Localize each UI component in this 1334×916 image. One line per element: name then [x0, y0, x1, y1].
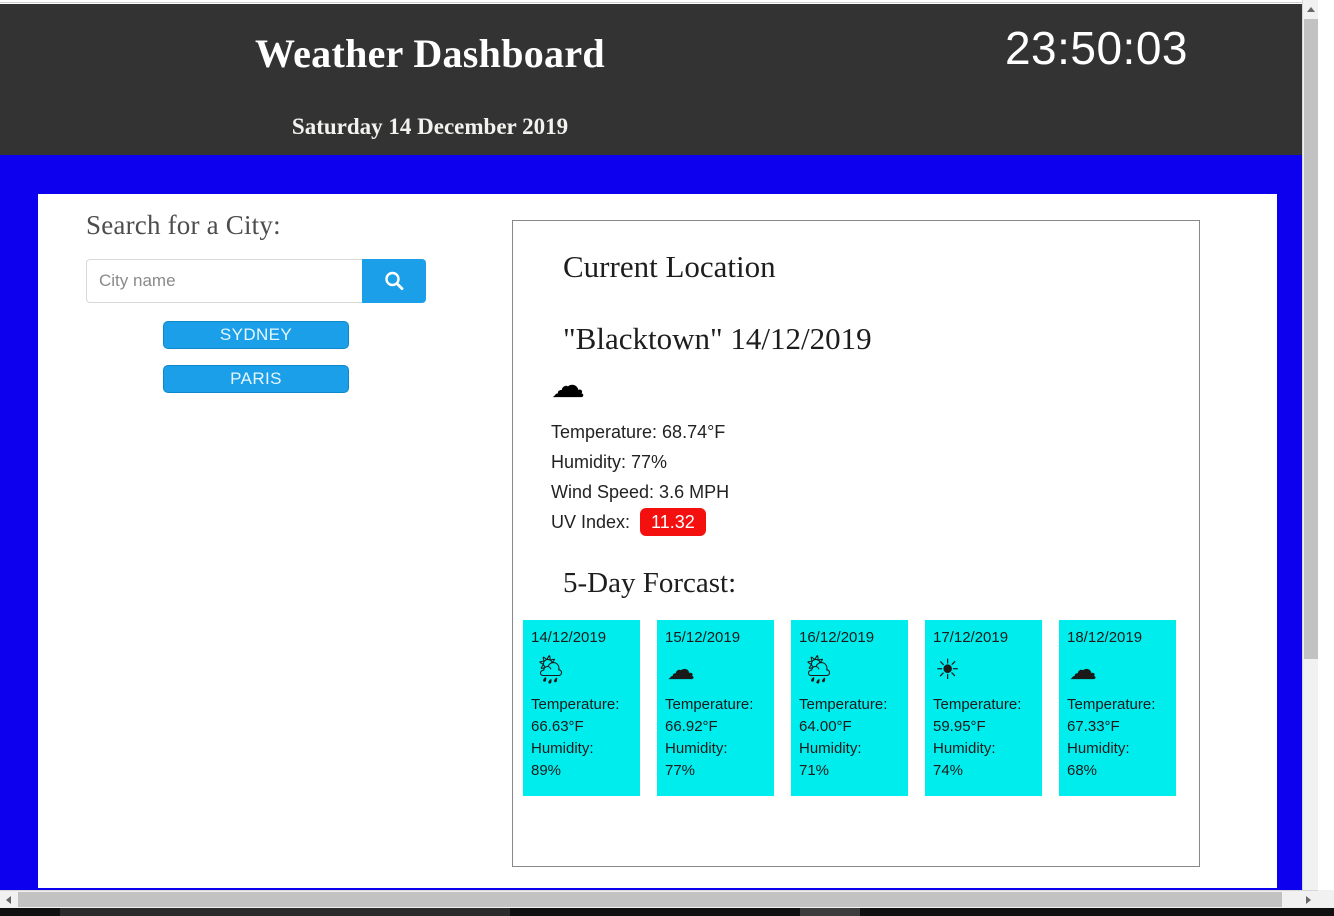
- forecast-humidity-value: 71%: [799, 762, 830, 779]
- forecast-humidity-value: 77%: [665, 762, 696, 779]
- scroll-up-button[interactable]: [1303, 0, 1318, 18]
- uv-index-badge: 11.32: [640, 508, 706, 536]
- forecast-date: 14/12/2019: [531, 629, 607, 646]
- cloud-icon: ☁: [1069, 653, 1097, 686]
- search-input[interactable]: [86, 259, 362, 303]
- search-sidebar: Search for a City: SYDNEY PA: [86, 210, 486, 393]
- scroll-right-button[interactable]: [1300, 891, 1317, 908]
- browser-chrome-edge: [0, 0, 1318, 3]
- forecast-date: 18/12/2019: [1067, 629, 1143, 646]
- os-taskbar: [0, 908, 1334, 916]
- header-date: Saturday 14 December 2019: [291, 114, 569, 139]
- cloud-icon: ☁: [667, 653, 695, 686]
- dashboard-header: Weather Dashboard Saturday 14 December 2…: [0, 4, 1318, 155]
- search-button[interactable]: [362, 259, 426, 303]
- chevron-left-icon: [6, 895, 11, 904]
- forecast-humidity-value: 68%: [1067, 762, 1098, 779]
- rain-cloud-icon: 🌦: [533, 653, 569, 686]
- chevron-up-icon: [1306, 6, 1315, 12]
- vertical-scrollbar-thumb[interactable]: [1304, 19, 1318, 659]
- forecast-date: 15/12/2019: [665, 629, 741, 646]
- current-stats: Temperature: 68.74°F Humidity: 77% Wind …: [551, 417, 1199, 537]
- search-icon: [383, 270, 405, 292]
- taskbar-segment: [60, 908, 510, 916]
- header-clock: 23:50:03: [1004, 22, 1188, 74]
- horizontal-scrollbar[interactable]: [0, 890, 1334, 908]
- cloud-icon: ☁: [551, 366, 585, 406]
- scroll-left-button[interactable]: [0, 891, 17, 908]
- uv-index-label: UV Index:: [551, 512, 631, 532]
- chevron-right-icon: [1306, 895, 1311, 904]
- forecast-card: 18/12/2019 ☁ Temperature: 67.33°F Humidi…: [1059, 620, 1176, 796]
- current-wind-speed: Wind Speed: 3.6 MPH: [551, 482, 730, 502]
- forecast-temperature-label: Temperature:: [531, 696, 620, 713]
- forecast-title: 5-Day Forcast:: [563, 567, 737, 599]
- forecast-row: 14/12/2019 🌦 Temperature: 66.63°F Humidi…: [523, 620, 1199, 796]
- scrollbar-corner: [1318, 890, 1334, 908]
- forecast-temperature-label: Temperature:: [1067, 696, 1156, 713]
- taskbar-segment: [800, 908, 860, 916]
- sun-icon: ☀: [935, 653, 961, 686]
- search-heading: Search for a City:: [86, 210, 281, 240]
- forecast-card: 15/12/2019 ☁ Temperature: 66.92°F Humidi…: [657, 620, 774, 796]
- forecast-temperature-value: 59.95°F: [933, 718, 986, 735]
- forecast-humidity-label: Humidity:: [799, 740, 862, 757]
- forecast-card: 16/12/2019 🌦 Temperature: 64.00°F Humidi…: [791, 620, 908, 796]
- page-background: Search for a City: SYDNEY PA: [0, 155, 1318, 890]
- city-button-paris[interactable]: PARIS: [163, 365, 349, 393]
- forecast-card: 17/12/2019 ☀ Temperature: 59.95°F Humidi…: [925, 620, 1042, 796]
- weather-card: Current Location "Blacktown" 14/12/2019 …: [512, 220, 1200, 867]
- forecast-humidity-label: Humidity:: [531, 740, 594, 757]
- current-uv-row: UV Index: 11.32: [551, 507, 1199, 537]
- page-title: Weather Dashboard: [255, 31, 605, 76]
- content-container: Search for a City: SYDNEY PA: [38, 194, 1277, 888]
- forecast-humidity-label: Humidity:: [1067, 740, 1130, 757]
- city-button-sydney[interactable]: SYDNEY: [163, 321, 349, 349]
- forecast-humidity-value: 74%: [933, 762, 964, 779]
- forecast-temperature-value: 67.33°F: [1067, 718, 1120, 735]
- forecast-card: 14/12/2019 🌦 Temperature: 66.63°F Humidi…: [523, 620, 640, 796]
- search-form: [86, 259, 426, 303]
- forecast-temperature-label: Temperature:: [933, 696, 1022, 713]
- forecast-date: 16/12/2019: [799, 629, 875, 646]
- vertical-scrollbar[interactable]: [1302, 0, 1318, 890]
- forecast-humidity-label: Humidity:: [933, 740, 996, 757]
- horizontal-scrollbar-thumb[interactable]: [18, 892, 1282, 907]
- rain-cloud-icon: 🌦: [801, 653, 837, 686]
- current-humidity: Humidity: 77%: [551, 452, 668, 472]
- forecast-temperature-value: 64.00°F: [799, 718, 852, 735]
- current-location-title: Current Location: [563, 249, 776, 284]
- forecast-humidity-label: Humidity:: [665, 740, 728, 757]
- current-city-headline: "Blacktown" 14/12/2019: [563, 321, 872, 356]
- browser-viewport: Weather Dashboard Saturday 14 December 2…: [0, 0, 1318, 890]
- forecast-temperature-label: Temperature:: [665, 696, 754, 713]
- city-history-list: SYDNEY PARIS: [86, 321, 426, 393]
- forecast-humidity-value: 89%: [531, 762, 562, 779]
- forecast-temperature-label: Temperature:: [799, 696, 888, 713]
- forecast-date: 17/12/2019: [933, 629, 1009, 646]
- current-temperature: Temperature: 68.74°F: [551, 422, 726, 442]
- forecast-temperature-value: 66.63°F: [531, 718, 584, 735]
- forecast-temperature-value: 66.92°F: [665, 718, 718, 735]
